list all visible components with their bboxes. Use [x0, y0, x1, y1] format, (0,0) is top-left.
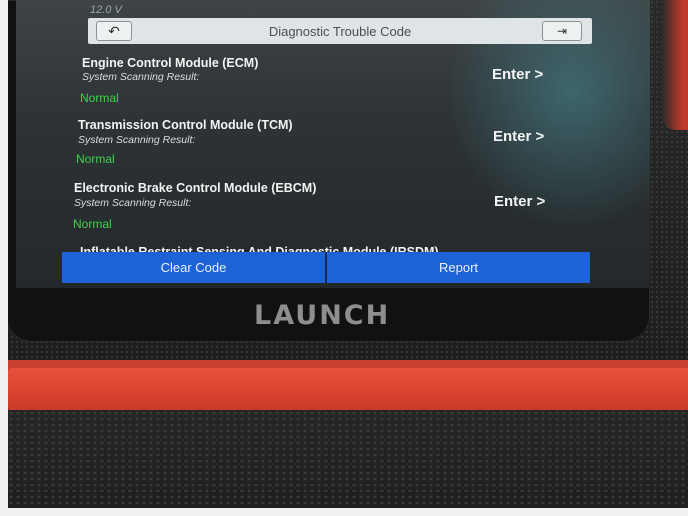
list-item: Electronic Brake Control Module (EBCM) S…: [16, 177, 650, 239]
title-bar: ↶ Diagnostic Trouble Code ⇥: [88, 18, 592, 44]
list-item: Transmission Control Module (TCM) System…: [16, 114, 650, 176]
device-bumper: [8, 368, 688, 412]
photo-border-left: [0, 0, 8, 516]
screen-bezel: 12.0 V ↶ Diagnostic Trouble Code ⇥ Engin…: [6, 0, 650, 342]
module-scan-label: System Scanning Result:: [74, 197, 192, 209]
back-arrow-icon: ↶: [108, 22, 120, 39]
page-title: Diagnostic Trouble Code: [268, 23, 412, 39]
action-bar: Clear Code Report: [62, 252, 590, 283]
module-name-partial: Inflatable Restraint Sensing And Diagnos…: [80, 245, 439, 252]
clear-code-button[interactable]: Clear Code: [62, 252, 325, 283]
enter-button[interactable]: Enter >: [493, 128, 544, 145]
enter-button[interactable]: Enter >: [494, 193, 545, 210]
exit-button[interactable]: ⇥: [542, 21, 582, 41]
module-name: Transmission Control Module (TCM): [78, 118, 293, 132]
module-status: Normal: [73, 217, 112, 231]
module-scan-label: System Scanning Result:: [82, 71, 200, 83]
list-item: Engine Control Module (ECM) System Scann…: [16, 52, 650, 114]
module-status: Normal: [76, 152, 115, 166]
back-button[interactable]: ↶: [96, 21, 132, 41]
voltage-readout: 12.0 V: [90, 4, 122, 16]
report-button[interactable]: Report: [327, 252, 590, 283]
module-name: Engine Control Module (ECM): [82, 56, 259, 70]
module-name: Electronic Brake Control Module (EBCM): [74, 181, 317, 195]
device-side-grip: [662, 0, 688, 130]
photo-border-bottom: [0, 508, 688, 516]
photo: 12.0 V ↶ Diagnostic Trouble Code ⇥ Engin…: [0, 0, 688, 516]
module-scan-label: System Scanning Result:: [78, 134, 196, 146]
brand-logo: LAUNCH: [254, 300, 391, 331]
device-screen: 12.0 V ↶ Diagnostic Trouble Code ⇥ Engin…: [16, 0, 650, 288]
module-status: Normal: [80, 91, 119, 105]
enter-button[interactable]: Enter >: [492, 66, 543, 83]
leather-surface: [8, 410, 688, 516]
exit-icon: ⇥: [556, 24, 568, 38]
